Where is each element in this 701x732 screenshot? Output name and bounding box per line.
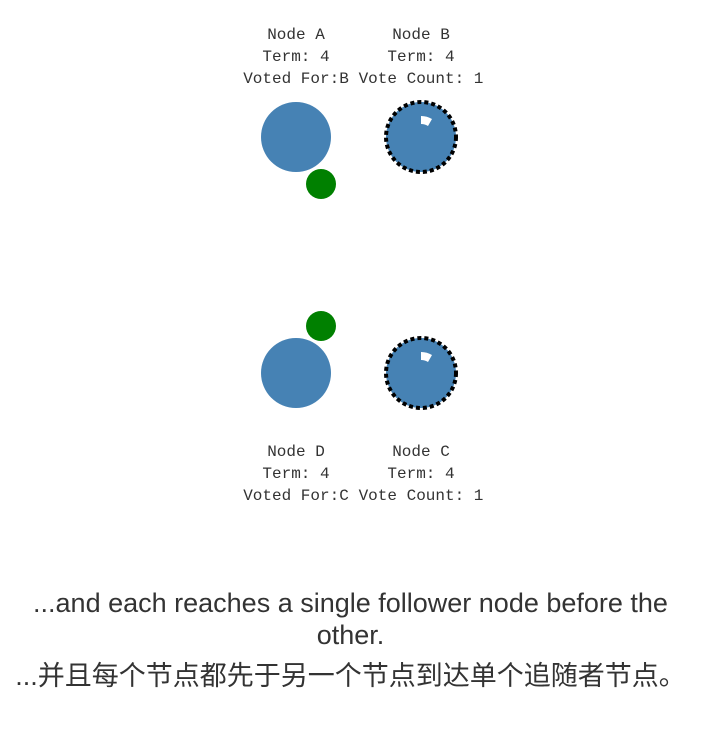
node-c-term: Term: 4 [387, 465, 454, 483]
node-d-name: Node D [267, 443, 325, 461]
node-a-voted-for-value: B [339, 70, 349, 88]
caption-chinese: ...并且每个节点都先于另一个节点到达单个追随者节点。 [15, 661, 686, 691]
node-a[interactable]: Node A Term: 4 Voted For:B [243, 26, 349, 172]
node-d-detail: Voted For:C [243, 487, 349, 505]
node-b[interactable]: Node B Term: 4 Vote Count: 1 [359, 26, 484, 174]
raft-cluster-diagram: Node A Term: 4 Voted For:B Node B Term: … [243, 26, 484, 505]
caption-english: ...and each reaches a single follower no… [33, 588, 668, 650]
node-b-term: Term: 4 [387, 48, 454, 66]
node-a-name: Node A [267, 26, 325, 44]
node-b-name: Node B [392, 26, 450, 44]
node-d-detail-label: Voted For: [243, 487, 339, 505]
node-c-circle[interactable] [384, 336, 458, 410]
node-a-detail-label: Voted For: [243, 70, 339, 88]
node-b-vote-count: Vote Count: 1 [359, 70, 484, 88]
node-b-circle[interactable] [384, 100, 458, 174]
node-c-vote-count: Vote Count: 1 [359, 487, 484, 505]
node-d-voted-for-value: C [339, 487, 349, 505]
node-d-circle[interactable] [261, 338, 331, 408]
message-a-to-b [306, 169, 336, 199]
node-c-name: Node C [392, 443, 450, 461]
node-c[interactable]: Node C Term: 4 Vote Count: 1 [359, 336, 484, 505]
node-d[interactable]: Node D Term: 4 Voted For:C [243, 338, 349, 505]
node-a-term: Term: 4 [262, 48, 329, 66]
node-a-detail: Voted For:B [243, 70, 349, 88]
message-d-to-c [306, 311, 336, 341]
node-d-term: Term: 4 [262, 465, 329, 483]
node-a-circle[interactable] [261, 102, 331, 172]
